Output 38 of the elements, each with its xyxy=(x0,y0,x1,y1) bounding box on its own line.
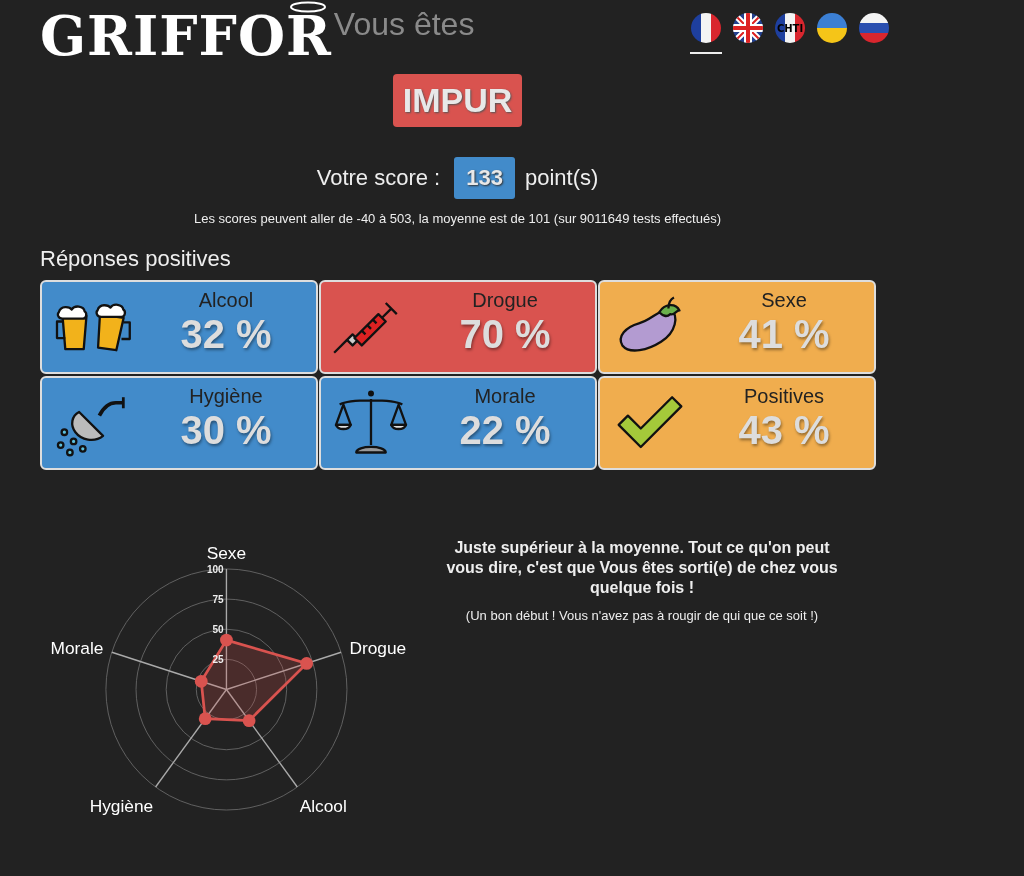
tick-label: 50 xyxy=(212,623,224,635)
data-point xyxy=(198,712,212,726)
score-badge: 133 xyxy=(454,157,515,199)
category-name: Morale xyxy=(474,385,536,408)
score-unit: point(s) xyxy=(524,165,599,191)
verdict-badge: IMPUR xyxy=(392,74,523,127)
score-note: Les scores peuvent aller de -40 à 503, la moyenne est de 101 (sur 9011649 tests effectués) xyxy=(192,211,723,226)
category-name: Drogue xyxy=(472,289,538,312)
category-percent: 22 % xyxy=(459,408,551,453)
result-subtext: (Un bon début ! Vous n'avez pas à rougir de qui que ce soit !) xyxy=(464,608,820,623)
halo-icon xyxy=(288,0,328,14)
data-point xyxy=(300,657,314,670)
category-percent: 30 % xyxy=(180,408,272,453)
category-percent: 32 % xyxy=(180,312,272,357)
tagline: Vous êtes xyxy=(333,6,475,43)
category-percent: 43 % xyxy=(738,408,830,453)
axis-label: Drogue xyxy=(349,637,407,658)
category-percent: 70 % xyxy=(459,312,551,357)
category-name: Sexe xyxy=(761,289,807,312)
language-button[interactable]: CHTI xyxy=(774,12,806,54)
language-button[interactable] xyxy=(690,12,722,54)
category-name: Hygiène xyxy=(189,385,263,408)
section-title: Réponses positives xyxy=(40,246,232,272)
category-name: Positives xyxy=(744,385,824,408)
axis-label: Hygiène xyxy=(89,796,154,817)
logo-text: GRIFFOR xyxy=(40,6,332,66)
category-name: Alcool xyxy=(198,289,254,312)
data-point xyxy=(194,674,208,688)
data-point xyxy=(220,633,233,647)
axis-label: Alcool xyxy=(299,796,347,817)
result-headline: Juste supérieur à la moyenne. Tout ce qu'on peut vous dire, c'est que Vous êtes sorti(e) de chez vous quelque fois ! xyxy=(445,538,839,598)
axis-label: Sexe xyxy=(206,542,247,563)
category-percent: 41 % xyxy=(738,312,830,357)
tick-label: 75 xyxy=(212,593,224,605)
score-label: Votre score : xyxy=(316,165,441,191)
axis-label: Morale xyxy=(50,637,104,658)
tick-label: 100 xyxy=(206,563,224,575)
data-point xyxy=(242,714,256,728)
